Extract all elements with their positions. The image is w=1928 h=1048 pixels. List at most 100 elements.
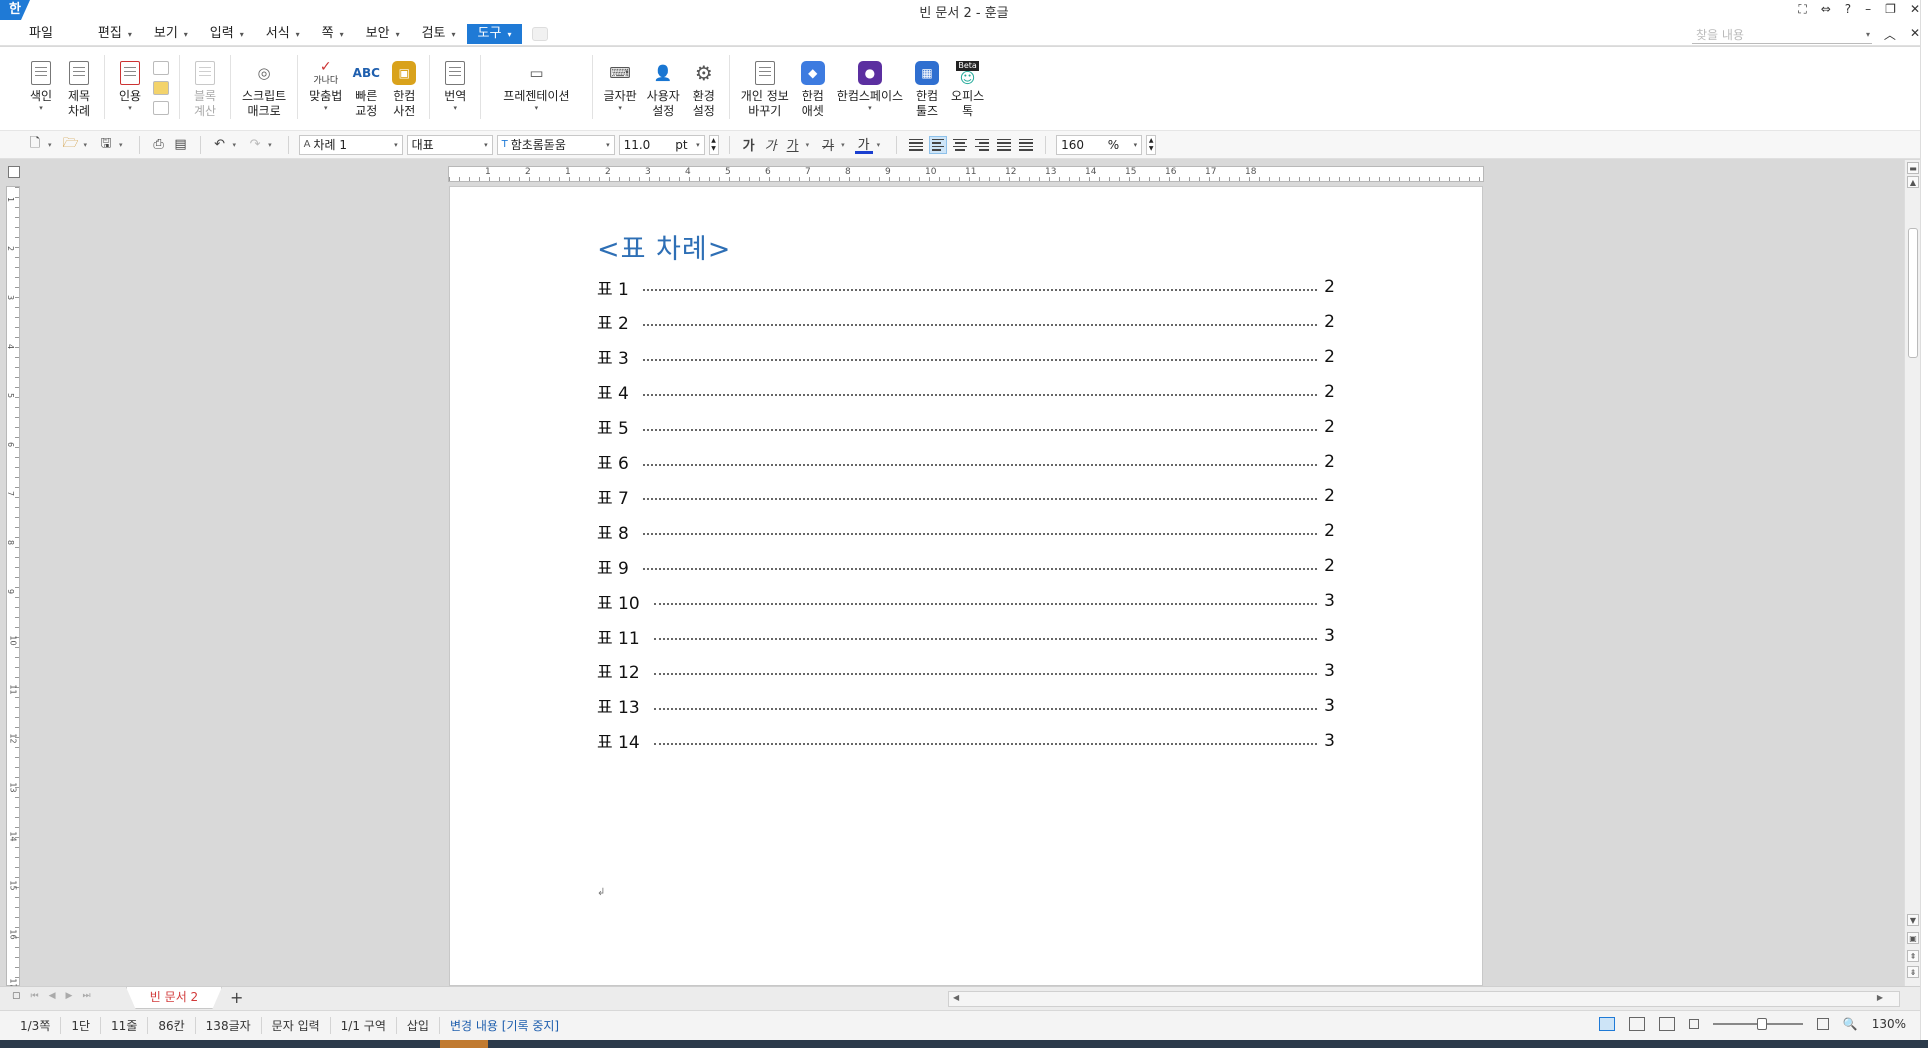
fullscreen-icon[interactable]: ⛶ [1798, 2, 1806, 17]
tab-list-icon[interactable]: ▢ [12, 991, 21, 1001]
menu-file[interactable]: 파일 [18, 24, 87, 44]
restore-icon[interactable]: ❐ [1885, 2, 1896, 17]
strike-button[interactable]: 가 [819, 136, 837, 154]
index-button[interactable]: 색인 ▾ [22, 47, 60, 113]
doc-close-icon[interactable]: ✕ [1910, 26, 1920, 43]
toc-entry[interactable]: 표 10 3 [597, 588, 1335, 614]
toc-entry[interactable]: 표 14 3 [597, 728, 1335, 754]
italic-button[interactable]: 가 [762, 136, 780, 154]
status-page[interactable]: 1/3쪽 [10, 1017, 62, 1034]
menu-edit[interactable]: 편집 ▾ [87, 24, 143, 44]
align-right-icon[interactable] [973, 136, 991, 154]
scroll-up-icon[interactable]: ▲ [1907, 176, 1919, 188]
toc-button[interactable]: 제목 차례 [60, 47, 98, 119]
script-macro-button[interactable]: ◎ 스크립트 매크로 [237, 47, 291, 119]
redo-icon[interactable]: ↷ [246, 136, 264, 154]
toc-entry[interactable]: 표 13 3 [597, 693, 1335, 719]
copy-icon[interactable] [153, 61, 169, 75]
horizontal-ruler[interactable]: 1 2 1 2 3 4 5 6 7 8 9 10 11 12 13 14 15 16 17 18 [448, 166, 1484, 182]
user-settings-button[interactable]: 👤 사용자 설정 [642, 47, 685, 119]
add-tab-button[interactable]: + [230, 989, 243, 1007]
ribbon-collapse-icon[interactable] [532, 27, 549, 41]
zoom-in-icon[interactable] [1816, 1018, 1829, 1030]
style-select[interactable]: A 차례 1 ▾ [298, 134, 403, 155]
prev-page-icon[interactable]: ⇞ [1907, 950, 1919, 962]
full-page-view-icon[interactable] [1658, 1017, 1675, 1031]
scroll-top-icon[interactable]: ▬ [1907, 162, 1919, 174]
scroll-left-icon[interactable]: ◀ [953, 993, 959, 1002]
font-size-input[interactable]: 11.0 pt ▾ [618, 134, 705, 155]
tab-document[interactable]: 빈 문서 2 [126, 987, 222, 1009]
menu-review[interactable]: 검토 ▾ [411, 24, 467, 44]
block-calc-button[interactable]: 블록 계산 [186, 47, 224, 119]
ruler-corner-button[interactable] [8, 166, 20, 178]
dictionary-button[interactable]: ▣ 한컴 사전 [385, 47, 423, 119]
zoom-icon[interactable]: 🔍 [1843, 1017, 1858, 1031]
zoom-slider[interactable] [1712, 1018, 1803, 1030]
align-center-icon[interactable] [951, 136, 969, 154]
menu-insert[interactable]: 입력 ▾ [199, 24, 255, 44]
toc-entry[interactable]: 표 8 2 [597, 518, 1335, 544]
align-left-icon[interactable] [929, 135, 948, 154]
line-spacing-input[interactable]: 160% ▾ [1056, 134, 1143, 155]
page-view-icon[interactable] [1598, 1017, 1615, 1031]
next-tab-icon[interactable]: ▶ [66, 991, 73, 1001]
page-select-icon[interactable]: ▣ [1907, 932, 1919, 944]
office-talk-button[interactable]: Beta ☺ 오피스 톡 [946, 47, 989, 119]
status-track-changes[interactable]: 변경 내용 [기록 중지] [440, 1017, 569, 1034]
toc-entry[interactable]: 표 7 2 [597, 483, 1335, 509]
first-tab-icon[interactable]: ⏮ [31, 991, 39, 1001]
keyboard-button[interactable]: ⌨ 글자판 ▾ [599, 47, 642, 113]
print-icon[interactable]: ⎙ [150, 136, 168, 154]
menu-security[interactable]: 보안 ▾ [355, 24, 411, 44]
resize-icon[interactable]: ⇔ [1821, 2, 1831, 17]
font-color-button[interactable]: 가 [854, 136, 873, 154]
menu-page[interactable]: 쪽 ▾ [311, 24, 355, 44]
toc-entry[interactable]: 표 9 2 [597, 553, 1335, 579]
close-icon[interactable]: ✕ [1910, 2, 1920, 17]
scroll-right-icon[interactable]: ▶ [1877, 993, 1883, 1002]
width-view-icon[interactable] [1628, 1017, 1645, 1031]
citation-button[interactable]: 인용 ▾ [111, 47, 149, 113]
chevron-down-icon[interactable]: ▾ [1866, 26, 1870, 44]
translate-button[interactable]: 번역 ▾ [436, 47, 474, 113]
open-folder-icon[interactable]: 🗁 [62, 136, 80, 154]
minimize-icon[interactable]: – [1865, 2, 1871, 17]
new-document-icon[interactable]: 🗋 [26, 136, 44, 154]
vertical-scrollbar[interactable]: ▬ ▲ ▼ ▣ ⇞ ⇟ [1904, 160, 1920, 986]
toc-entry[interactable]: 표 11 3 [597, 623, 1335, 649]
menu-view[interactable]: 보기 ▾ [143, 24, 199, 44]
collapse-ribbon-icon[interactable]: ︿ [1884, 26, 1896, 43]
document-page[interactable]: <표 차례> ↲ 표 12표 22표 32표 42표 52표 62표 72표 8… [449, 186, 1483, 986]
prev-tab-icon[interactable]: ◀ [49, 991, 56, 1001]
toc-entry[interactable]: 표 3 2 [597, 344, 1335, 370]
save-icon[interactable]: 🖫 [97, 136, 115, 154]
align-divide-icon[interactable] [1017, 136, 1035, 154]
toc-entry[interactable]: 표 6 2 [597, 449, 1335, 475]
horizontal-scrollbar[interactable]: ◀ ▶ [948, 991, 1900, 1007]
quick-fix-button[interactable]: ABC 빠른 교정 [347, 47, 385, 119]
hancom-tools-button[interactable]: ▦ 한컴 툴즈 [908, 47, 946, 119]
zoom-level[interactable]: 130% [1872, 1017, 1906, 1031]
presentation-button[interactable]: ▭ 프레젠테이션 ▾ [487, 47, 585, 113]
toc-entry[interactable]: 표 12 3 [597, 658, 1335, 684]
vertical-ruler[interactable]: 1 2 3 4 5 6 7 8 9 10 11 12 13 14 15 16 17 [6, 186, 20, 989]
undo-icon[interactable]: ↶ [211, 136, 229, 154]
preview-icon[interactable]: ▤ [172, 136, 190, 154]
toc-entry[interactable]: 표 4 2 [597, 379, 1335, 405]
language-select[interactable]: 대표 ▾ [406, 134, 493, 155]
paste-icon[interactable] [153, 101, 169, 115]
toc-entry[interactable]: 표 2 2 [597, 309, 1335, 335]
toc-entry[interactable]: 표 5 2 [597, 414, 1335, 440]
environment-settings-button[interactable]: ⚙ 환경 설정 [685, 47, 723, 119]
toc-entry[interactable]: 표 1 2 [597, 274, 1335, 300]
align-distribute-icon[interactable] [995, 136, 1013, 154]
menu-format[interactable]: 서식 ▾ [255, 24, 311, 44]
hancom-assets-button[interactable]: ◆ 한컴 애셋 [794, 47, 832, 119]
line-spacing-stepper[interactable]: ▲ ▼ [1146, 134, 1157, 155]
spellcheck-button[interactable]: ✓ 가나다 맞춤법 ▾ [304, 47, 347, 113]
status-insert[interactable]: 삽입 [397, 1017, 440, 1034]
menu-tools[interactable]: 도구 ▾ [466, 24, 523, 44]
bold-button[interactable]: 가 [740, 136, 758, 154]
hancom-space-button[interactable]: ● 한컴스페이스 ▾ [832, 47, 908, 113]
